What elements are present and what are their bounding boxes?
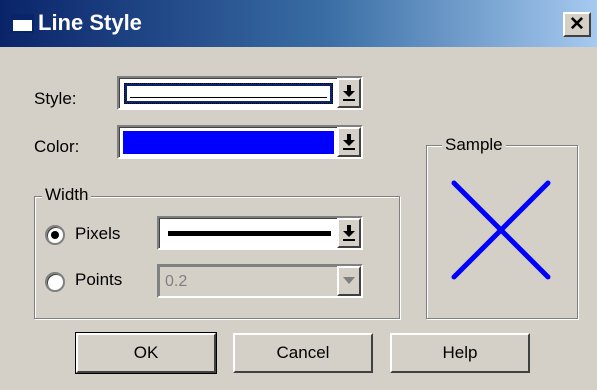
pixels-dropdown-value [159,218,337,248]
color-dropdown[interactable] [117,125,363,159]
close-button[interactable]: ✕ [563,12,591,37]
points-dropdown-arrow-icon [337,266,361,296]
pixels-dropdown-arrow-icon[interactable] [337,218,361,248]
pixels-dropdown[interactable] [157,216,363,250]
points-dropdown-value: 0.2 [159,266,337,296]
help-button[interactable]: Help [390,333,530,373]
width-group [34,196,400,319]
points-dropdown: 0.2 [157,264,363,298]
sample-group-title: Sample [442,135,506,155]
style-dropdown-value [119,78,337,108]
style-label: Style: [34,89,77,108]
window-title: Line Style [38,10,142,35]
style-selection-highlight [124,83,333,104]
sample-x-icon [451,180,551,280]
color-swatch [123,131,334,154]
thick-line-sample [168,231,331,236]
cancel-button[interactable]: Cancel [233,333,373,373]
points-value: 0.2 [165,273,188,290]
title-bar[interactable]: Line Style ✕ [0,0,597,47]
thin-line-sample [130,97,327,98]
style-dropdown-arrow-icon[interactable] [337,78,361,108]
style-dropdown[interactable] [117,76,363,110]
ok-button[interactable]: OK [75,332,217,374]
color-label: Color: [34,137,80,156]
pixels-radio[interactable] [45,225,65,245]
line-style-dialog: Line Style ✕ Style: Color: Width Pixels [0,0,597,390]
color-dropdown-value [119,127,337,157]
points-radio[interactable] [45,272,65,292]
points-label[interactable]: Points [75,270,122,290]
color-dropdown-arrow-icon[interactable] [337,127,361,157]
width-group-title: Width [42,185,92,205]
pixels-label[interactable]: Pixels [75,224,120,244]
pixels-radio-dot [51,231,59,239]
window-icon [11,14,34,33]
